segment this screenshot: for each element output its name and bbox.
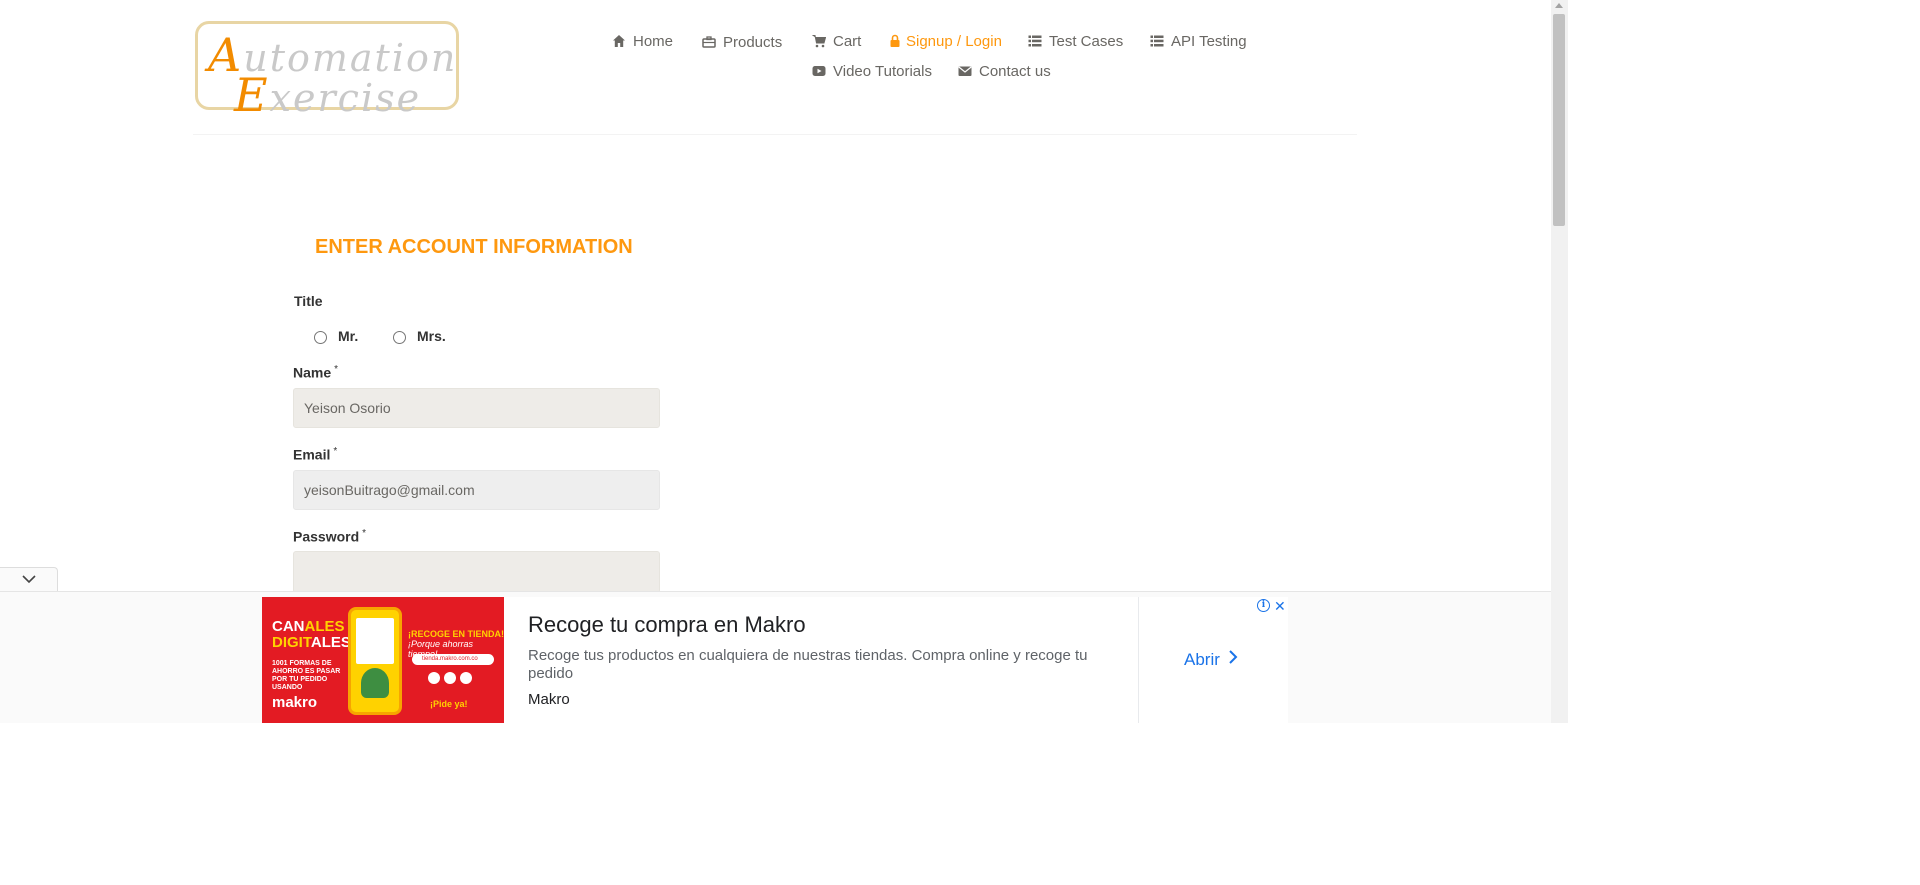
required-mark: * bbox=[362, 528, 367, 539]
youtube-play-icon bbox=[812, 64, 826, 78]
makro-logo: makro bbox=[272, 694, 318, 711]
info-icon[interactable]: i bbox=[1257, 599, 1270, 612]
close-icon[interactable]: ✕ bbox=[1274, 599, 1286, 613]
page-scrollbar[interactable] bbox=[1551, 0, 1568, 723]
chevron-right-icon bbox=[1228, 649, 1238, 670]
header-divider bbox=[193, 134, 1357, 135]
ad-banner[interactable]: CANALES DIGITALES 1001 FORMAS DE AHORRO … bbox=[262, 597, 1288, 723]
ad-feature-icons bbox=[428, 672, 472, 684]
password-input[interactable] bbox=[293, 551, 660, 593]
required-mark: * bbox=[334, 364, 339, 375]
ad-open-button[interactable]: Abrir bbox=[1184, 649, 1238, 670]
email-label-text: Email bbox=[293, 446, 331, 463]
password-label-text: Password bbox=[293, 528, 360, 545]
ad-small-text: 1001 FORMAS DE AHORRO ES PASAR POR TU PE… bbox=[272, 660, 341, 691]
nav-api-testing[interactable]: API Testing bbox=[1150, 31, 1247, 51]
phone-illustration-icon bbox=[348, 607, 402, 715]
password-label: Password * bbox=[293, 528, 366, 545]
title-mr-radio[interactable] bbox=[314, 331, 327, 344]
nav-video-label: Video Tutorials bbox=[833, 62, 932, 80]
nav-home-label: Home bbox=[633, 32, 674, 50]
required-mark: * bbox=[333, 446, 338, 457]
nav-signup-label: Signup / Login bbox=[906, 32, 1002, 50]
form-heading: ENTER ACCOUNT INFORMATION bbox=[315, 236, 633, 258]
list-icon bbox=[1028, 34, 1042, 48]
home-icon bbox=[612, 34, 626, 48]
title-mrs-radio[interactable] bbox=[393, 331, 406, 344]
name-input[interactable]: Yeison Osorio bbox=[293, 388, 660, 428]
nav-products[interactable]: Products bbox=[702, 32, 782, 52]
nav-contact-us[interactable]: Contact us bbox=[958, 61, 1051, 81]
title-mrs-label[interactable]: Mrs. bbox=[417, 328, 446, 344]
ad-divider bbox=[1138, 597, 1139, 723]
nav-cart-label: Cart bbox=[833, 32, 862, 50]
title-label: Title bbox=[294, 293, 323, 309]
ad-description: Recoge tus productos en cualquiera de nu… bbox=[528, 647, 1088, 682]
title-mr-label[interactable]: Mr. bbox=[338, 328, 358, 344]
ad-choices: i ✕ bbox=[1257, 599, 1286, 613]
ad-pide-text: ¡Pide ya! bbox=[430, 699, 468, 709]
logo-line-2: Exercise bbox=[234, 68, 422, 122]
site-logo[interactable]: Automation Exercise bbox=[195, 21, 459, 122]
scroll-up-arrow-icon[interactable] bbox=[1555, 3, 1563, 8]
ad-open-label: Abrir bbox=[1184, 649, 1220, 669]
nav-test-cases-label: Test Cases bbox=[1049, 32, 1124, 50]
envelope-icon bbox=[958, 64, 972, 78]
list-icon bbox=[1150, 34, 1164, 48]
briefcase-icon bbox=[702, 35, 716, 49]
lock-icon bbox=[888, 34, 900, 48]
nav-home[interactable]: Home bbox=[612, 31, 673, 51]
name-input-value: Yeison Osorio bbox=[304, 400, 391, 416]
chevron-down-icon bbox=[21, 571, 37, 589]
name-label-text: Name bbox=[293, 364, 332, 381]
nav-video-tutorials[interactable]: Video Tutorials bbox=[812, 61, 932, 81]
ad-collapse-button[interactable] bbox=[0, 567, 58, 592]
nav-api-testing-label: API Testing bbox=[1171, 32, 1247, 50]
ad-headline[interactable]: Recoge tu compra en Makro bbox=[528, 612, 806, 638]
scrollbar-thumb[interactable] bbox=[1553, 14, 1565, 226]
nav-products-label: Products bbox=[723, 33, 783, 51]
nav-signup-login[interactable]: Signup / Login bbox=[888, 31, 1002, 51]
email-label: Email * bbox=[293, 446, 337, 463]
ad-canales-text: CANALES DIGITALES bbox=[272, 618, 351, 651]
ad-image[interactable]: CANALES DIGITALES 1001 FORMAS DE AHORRO … bbox=[262, 597, 504, 723]
nav-cart[interactable]: Cart bbox=[812, 31, 861, 51]
cart-icon bbox=[812, 34, 826, 48]
email-input-value: yeisonBuitrago@gmail.com bbox=[304, 482, 475, 498]
nav-contact-label: Contact us bbox=[979, 62, 1051, 80]
name-label: Name * bbox=[293, 364, 338, 381]
ad-brand: Makro bbox=[528, 691, 570, 708]
ad-url-pill: tienda.makro.com.co bbox=[412, 654, 494, 665]
nav-test-cases[interactable]: Test Cases bbox=[1028, 31, 1123, 51]
email-input[interactable]: yeisonBuitrago@gmail.com bbox=[293, 470, 660, 510]
